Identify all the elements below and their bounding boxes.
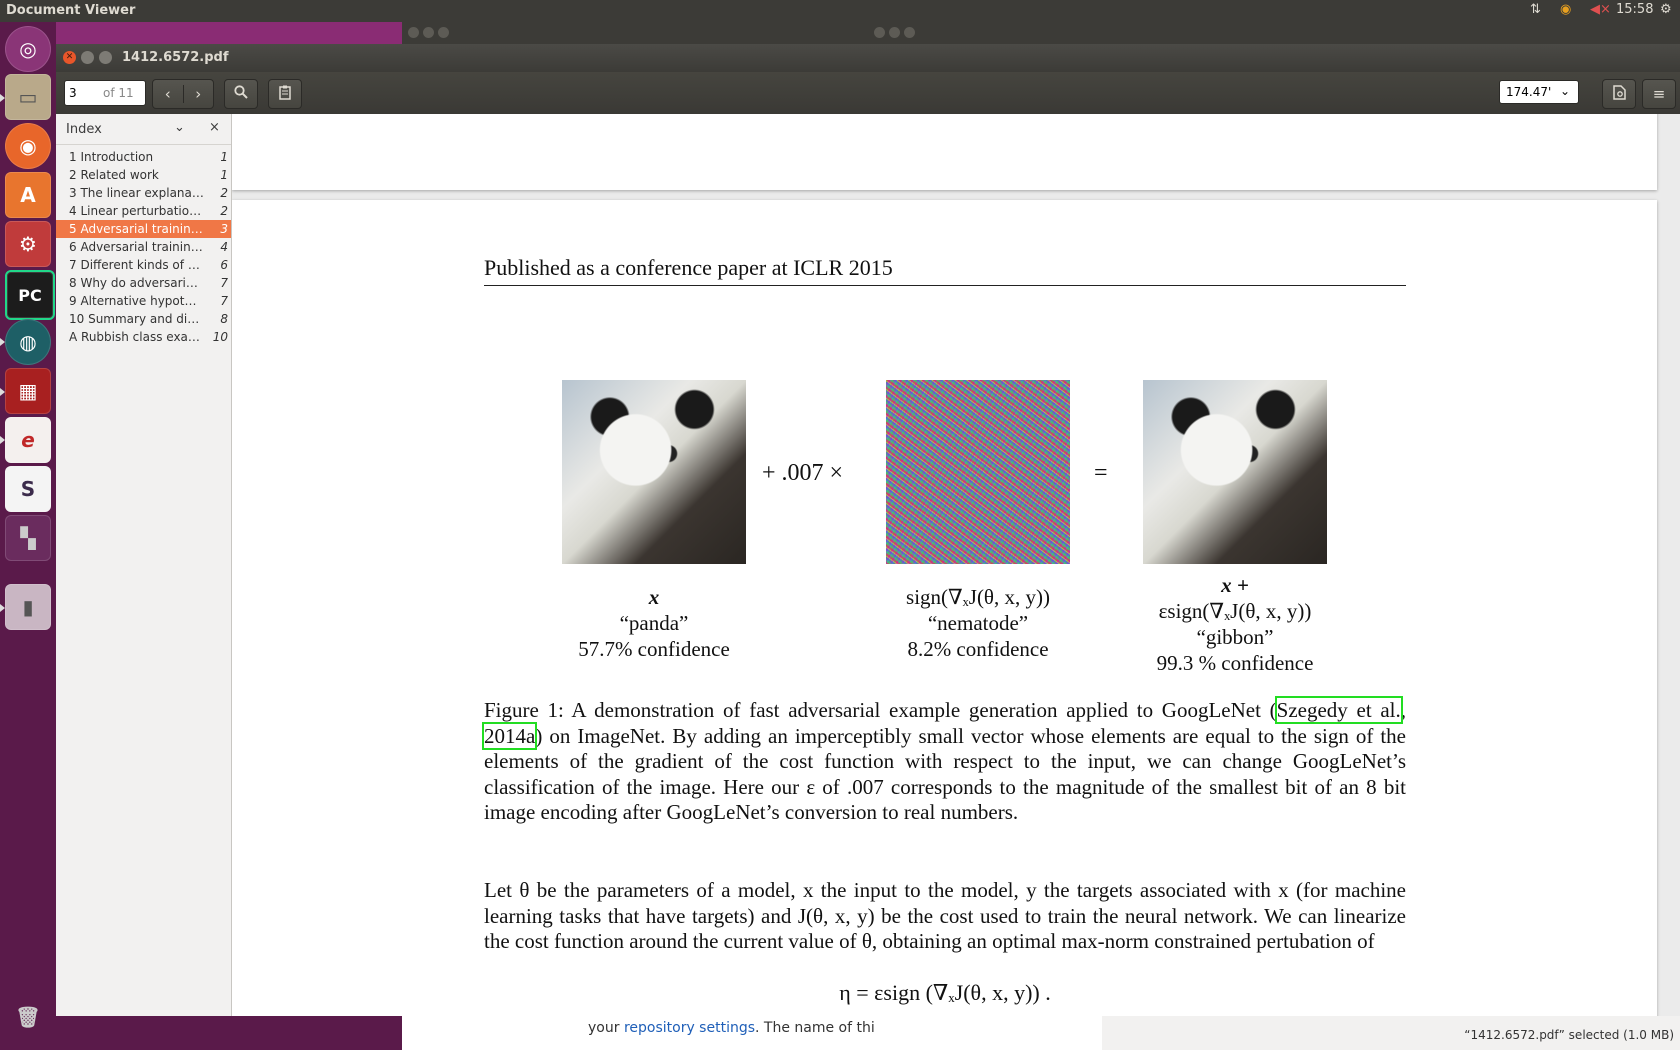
citation-link-author[interactable]: Szegedy et al. <box>1274 696 1403 724</box>
sidebar-mode-label[interactable]: Index <box>66 122 102 137</box>
search-button[interactable] <box>224 79 258 109</box>
panel-3-confidence: 99.3 % confidence <box>1156 651 1314 675</box>
zoom-level: 174.47' <box>1506 85 1552 99</box>
plus-operator: + .007 × <box>762 460 844 486</box>
background-window-purple <box>56 22 402 44</box>
document-view[interactable]: Published as a conference paper at ICLR … <box>232 114 1680 1016</box>
document-viewer-window: ✕ 1412.6572.pdf of 11 ‹ › 174.47' ⌄ <box>56 44 1680 1016</box>
background-bottom-strip: your repository settings. The name of th… <box>56 1016 1680 1050</box>
chevron-down-icon: ⌄ <box>1559 84 1570 98</box>
page-number-input[interactable] <box>69 86 91 100</box>
trash-icon[interactable]: 🗑 <box>5 994 51 1040</box>
outline-item[interactable]: 4 Linear perturbation of non-linear mode… <box>56 202 231 220</box>
outline-item[interactable]: A Rubbish class examples10 <box>56 328 231 346</box>
volume-muted-icon[interactable]: ◀× <box>1590 2 1611 17</box>
next-page-icon[interactable]: › <box>182 85 214 103</box>
title-bar[interactable]: ✕ 1412.6572.pdf <box>56 44 1680 72</box>
previous-page <box>232 114 1657 190</box>
outline-item[interactable]: 3 The linear explanation of adversarial … <box>56 184 231 202</box>
sidebar: Index ⌄ × 1 Introduction 1 2 Related work… <box>56 114 232 1016</box>
minimize-window-button[interactable] <box>81 51 94 64</box>
system-settings-icon[interactable]: ⚙ <box>5 221 51 267</box>
launcher: ◎ ▭ ◉ A ⚙ PC ◍ ▦ e S ▚ ▮ 🗑 <box>0 22 56 1050</box>
panel-1-confidence: 57.7% confidence <box>578 637 730 661</box>
zoom-select[interactable]: 174.47' ⌄ <box>1499 80 1579 104</box>
panel-3-math-line1: x + <box>1221 573 1249 597</box>
pdf-page: Published as a conference paper at ICLR … <box>232 200 1657 1016</box>
sidebar-header: Index ⌄ × <box>56 114 231 145</box>
panel-1-label: “panda” <box>619 611 689 635</box>
app-title: Document Viewer <box>6 3 136 18</box>
file-manager-status: “1412.6572.pdf” selected (1.0 MB) <box>1102 1016 1680 1050</box>
figure-caption: Figure 1: A demonstration of fast advers… <box>481 696 1407 824</box>
chrome-indicator-icon[interactable]: ◉ <box>1560 2 1571 17</box>
panel-2-confidence: 8.2% confidence <box>907 637 1049 661</box>
pycharm-icon[interactable]: PC <box>5 270 55 320</box>
citation-link-year[interactable]: 2014a <box>481 721 538 750</box>
gitkraken-icon[interactable]: ◍ <box>5 319 51 365</box>
close-window-button[interactable]: ✕ <box>63 51 76 64</box>
adversarial-panda-image <box>1143 380 1327 564</box>
page-header: Published as a conference paper at ICLR … <box>484 255 1406 286</box>
close-sidebar-icon[interactable]: × <box>209 120 220 135</box>
equation: η = εsign (∇ₓJ(θ, x, y)) . <box>839 980 1051 1005</box>
panel-3-caption: x + εsign(∇ₓJ(θ, x, y)) “gibbon” 99.3 % … <box>1105 572 1365 676</box>
hamburger-menu-icon: ≡ <box>1652 85 1666 103</box>
panel-3-label: “gibbon” <box>1196 625 1274 649</box>
background-browser-content: your repository settings. The name of th… <box>402 1016 1102 1050</box>
panel-2-math: sign(∇ₓJ(θ, x, y)) <box>906 585 1050 609</box>
terminal-app-icon[interactable]: ▦ <box>5 368 51 414</box>
files-icon[interactable]: ▭ <box>5 74 51 120</box>
outline-item[interactable]: 1 Introduction 1 <box>56 148 231 166</box>
page-view-button[interactable] <box>1602 79 1636 109</box>
page-number-field[interactable]: of 11 <box>64 80 146 106</box>
outline-item[interactable]: 8 Why do adversarial examples generalize… <box>56 274 231 292</box>
panel-1-caption: x “panda” 57.7% confidence <box>534 584 774 662</box>
background-window-controls-2[interactable] <box>874 27 915 38</box>
outline-item[interactable]: 9 Alternative hypotheses7 <box>56 292 231 310</box>
slack-icon[interactable]: S <box>5 466 51 512</box>
panel-1-math: x <box>648 585 660 609</box>
panel-2-label: “nematode” <box>927 611 1029 635</box>
document-view-icon <box>1612 84 1626 104</box>
network-icon[interactable]: ⇅ <box>1530 2 1541 17</box>
panel-2-caption: sign(∇ₓJ(θ, x, y)) “nematode” 8.2% confi… <box>848 584 1108 662</box>
panel-3-math-line2: εsign(∇ₓJ(θ, x, y)) <box>1158 599 1312 623</box>
chevron-down-icon[interactable]: ⌄ <box>174 120 185 135</box>
outline-item[interactable]: 6 Adversarial training of deep networks4 <box>56 238 231 256</box>
outline-item[interactable]: 10 Summary and discussion8 <box>56 310 231 328</box>
document-viewer-icon[interactable]: e <box>5 417 51 463</box>
search-icon <box>234 85 248 103</box>
window-title: 1412.6572.pdf <box>122 50 229 65</box>
firefox-icon[interactable]: ◉ <box>5 123 51 169</box>
software-center-icon[interactable]: A <box>5 172 51 218</box>
top-panel: Document Viewer ⇅ ◉ ◀× 15:58 ⚙ <box>0 0 1680 22</box>
outline-item[interactable]: 2 Related work 1 <box>56 166 231 184</box>
panda-image <box>562 380 746 564</box>
page-navigation: ‹ › <box>152 79 214 109</box>
status-text: “1412.6572.pdf” selected (1.0 MB) <box>1464 1028 1674 1042</box>
previous-page-icon[interactable]: ‹ <box>153 85 183 103</box>
repository-settings-link[interactable]: repository settings <box>624 1020 755 1036</box>
ubuntu-dash-icon[interactable]: ◎ <box>5 26 51 72</box>
background-windows <box>56 22 1680 44</box>
settings-gear-icon[interactable]: ⚙ <box>1660 2 1672 17</box>
outline-item[interactable]: 7 Different kinds of model capacity6 <box>56 256 231 274</box>
usb-drive-icon[interactable]: ▮ <box>5 584 51 630</box>
noise-image <box>886 380 1070 564</box>
background-window-controls[interactable] <box>408 27 449 38</box>
clock[interactable]: 15:58 <box>1616 2 1653 17</box>
equals-operator: = <box>1094 460 1108 486</box>
menu-button[interactable]: ≡ <box>1642 79 1676 109</box>
body-paragraph: Let θ be the parameters of a model, x th… <box>484 878 1406 953</box>
outline-list: 1 Introduction 1 2 Related work 1 3 The li… <box>56 148 231 346</box>
annotations-button[interactable] <box>268 79 302 109</box>
workspace-switcher-icon[interactable]: ▚ <box>5 515 51 561</box>
page-count: of 11 <box>103 86 134 100</box>
maximize-window-button[interactable] <box>99 51 112 64</box>
clipboard-icon <box>279 85 291 104</box>
outline-item-selected[interactable]: 5 Adversarial training of linear models … <box>56 220 231 238</box>
toolbar: of 11 ‹ › 174.47' ⌄ ≡ <box>56 72 1680 115</box>
